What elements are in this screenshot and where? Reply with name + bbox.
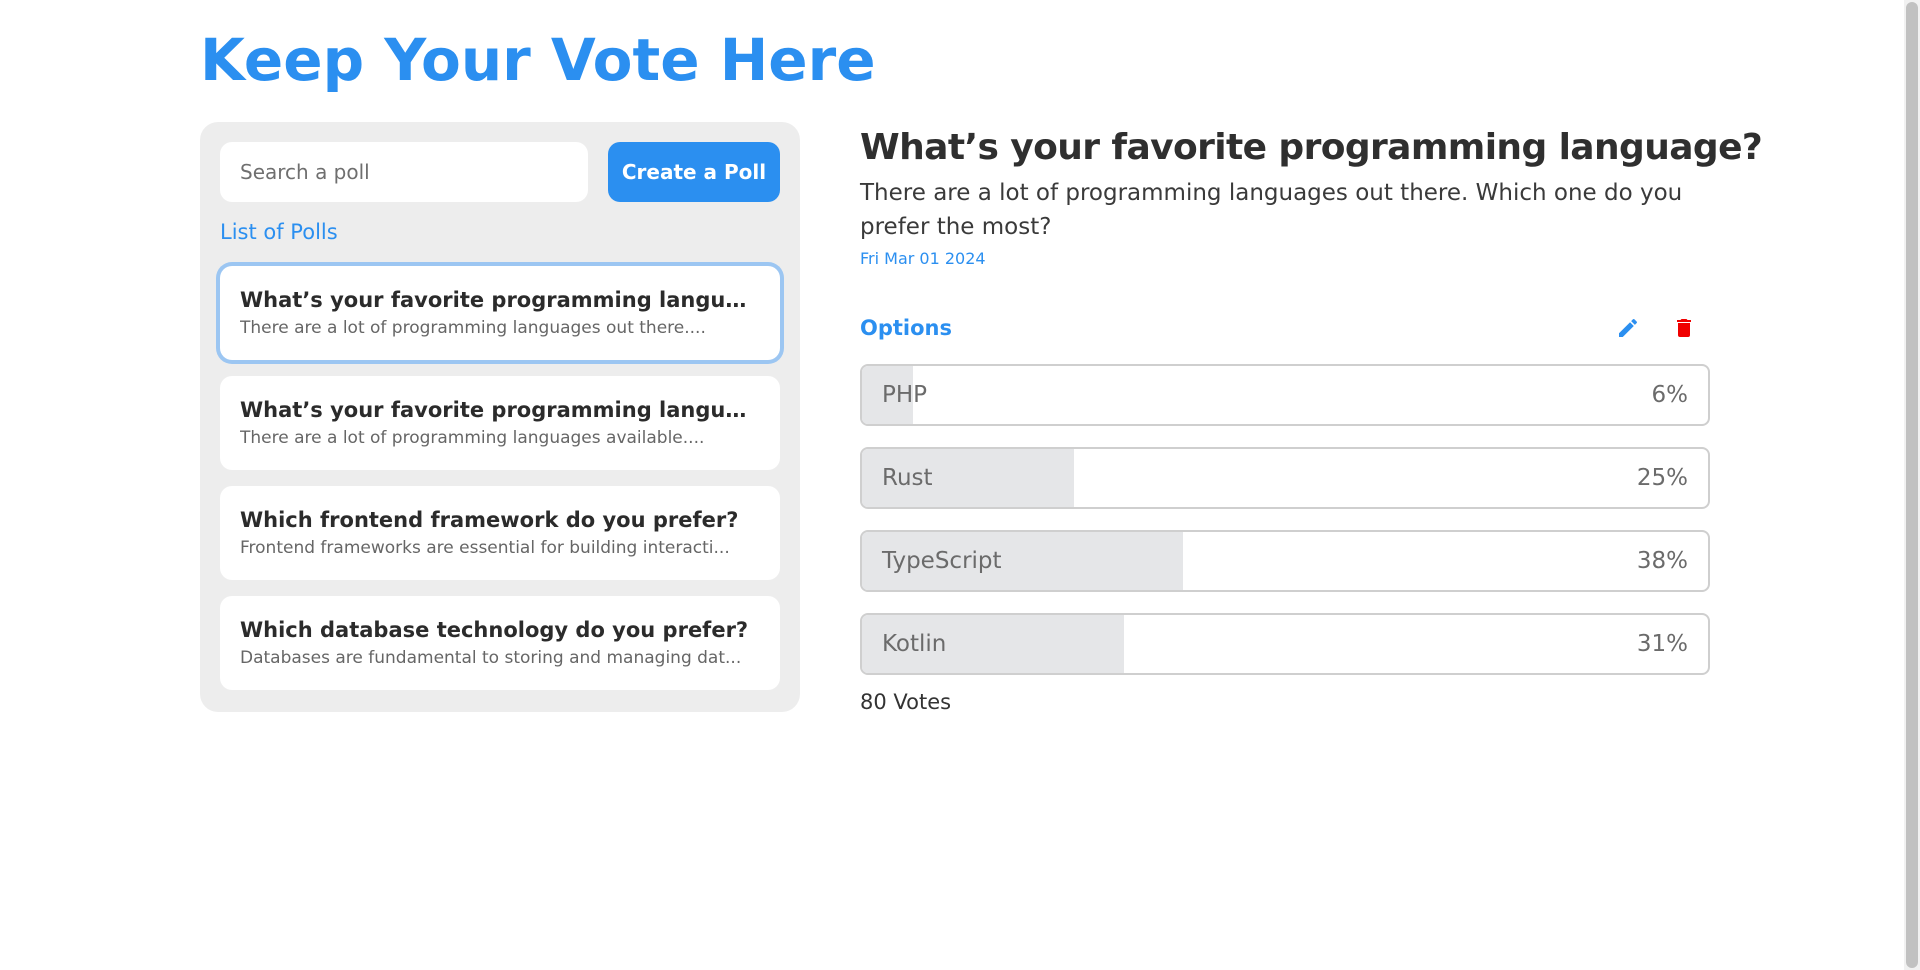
poll-card[interactable]: Which database technology do you prefer?… bbox=[220, 596, 780, 690]
options-header: Options bbox=[860, 310, 1710, 346]
delete-button[interactable] bbox=[1668, 312, 1700, 344]
option-percent: 6% bbox=[1651, 382, 1689, 408]
options-list: PHP 6% Rust 25% TypeScript 38% Kotlin 31… bbox=[860, 364, 1710, 675]
scrollbar-thumb[interactable] bbox=[1906, 2, 1918, 968]
poll-list: What’s your favorite programming languag… bbox=[220, 266, 780, 706]
option-row[interactable]: Rust 25% bbox=[860, 447, 1710, 509]
poll-card-description: Databases are fundamental to storing and… bbox=[240, 648, 742, 668]
poll-card[interactable]: Which frontend framework do you prefer? … bbox=[220, 486, 780, 580]
poll-card-description: There are a lot of programming languages… bbox=[240, 428, 705, 448]
option-name: Rust bbox=[882, 465, 933, 491]
poll-detail: What’s your favorite programming languag… bbox=[860, 120, 1763, 714]
poll-card-description: There are a lot of programming languages… bbox=[240, 318, 706, 338]
app-title: Keep Your Vote Here bbox=[200, 26, 876, 94]
option-row[interactable]: TypeScript 38% bbox=[860, 530, 1710, 592]
poll-description: There are a lot of programming languages… bbox=[860, 180, 1683, 240]
poll-card[interactable]: What’s your favorite programming languag… bbox=[220, 376, 780, 470]
create-poll-button[interactable]: Create a Poll bbox=[608, 142, 780, 202]
edit-button[interactable] bbox=[1612, 312, 1644, 344]
search-input[interactable] bbox=[220, 142, 588, 202]
poll-date: Fri Mar 01 2024 bbox=[860, 249, 986, 268]
option-name: Kotlin bbox=[882, 631, 947, 657]
trash-icon bbox=[1677, 319, 1691, 337]
poll-card[interactable]: What’s your favorite programming languag… bbox=[220, 266, 780, 360]
poll-card-title: Which frontend framework do you prefer? bbox=[240, 508, 739, 532]
poll-card-description: Frontend frameworks are essential for bu… bbox=[240, 538, 730, 558]
option-percent: 25% bbox=[1636, 465, 1688, 491]
poll-card-title: What’s your favorite programming languag… bbox=[240, 398, 760, 422]
poll-card-title: Which database technology do you prefer? bbox=[240, 618, 749, 642]
vote-count: 80 Votes bbox=[860, 690, 952, 714]
option-row[interactable]: Kotlin 31% bbox=[860, 613, 1710, 675]
option-name: PHP bbox=[882, 382, 928, 408]
page: Keep Your Vote Here Create a Poll List o… bbox=[0, 0, 1920, 970]
pencil-icon bbox=[1619, 318, 1638, 337]
vertical-scrollbar[interactable] bbox=[1904, 0, 1920, 970]
option-percent: 31% bbox=[1636, 631, 1688, 657]
option-row[interactable]: PHP 6% bbox=[860, 364, 1710, 426]
poll-title: What’s your favorite programming languag… bbox=[860, 127, 1763, 168]
option-name: TypeScript bbox=[882, 548, 1002, 574]
option-percent: 38% bbox=[1636, 548, 1688, 574]
list-of-polls-heading: List of Polls bbox=[220, 220, 338, 244]
options-label: Options bbox=[860, 316, 952, 340]
poll-card-title: What’s your favorite programming languag… bbox=[240, 288, 760, 312]
poll-sidebar: Create a Poll List of Polls What’s your … bbox=[200, 122, 800, 712]
